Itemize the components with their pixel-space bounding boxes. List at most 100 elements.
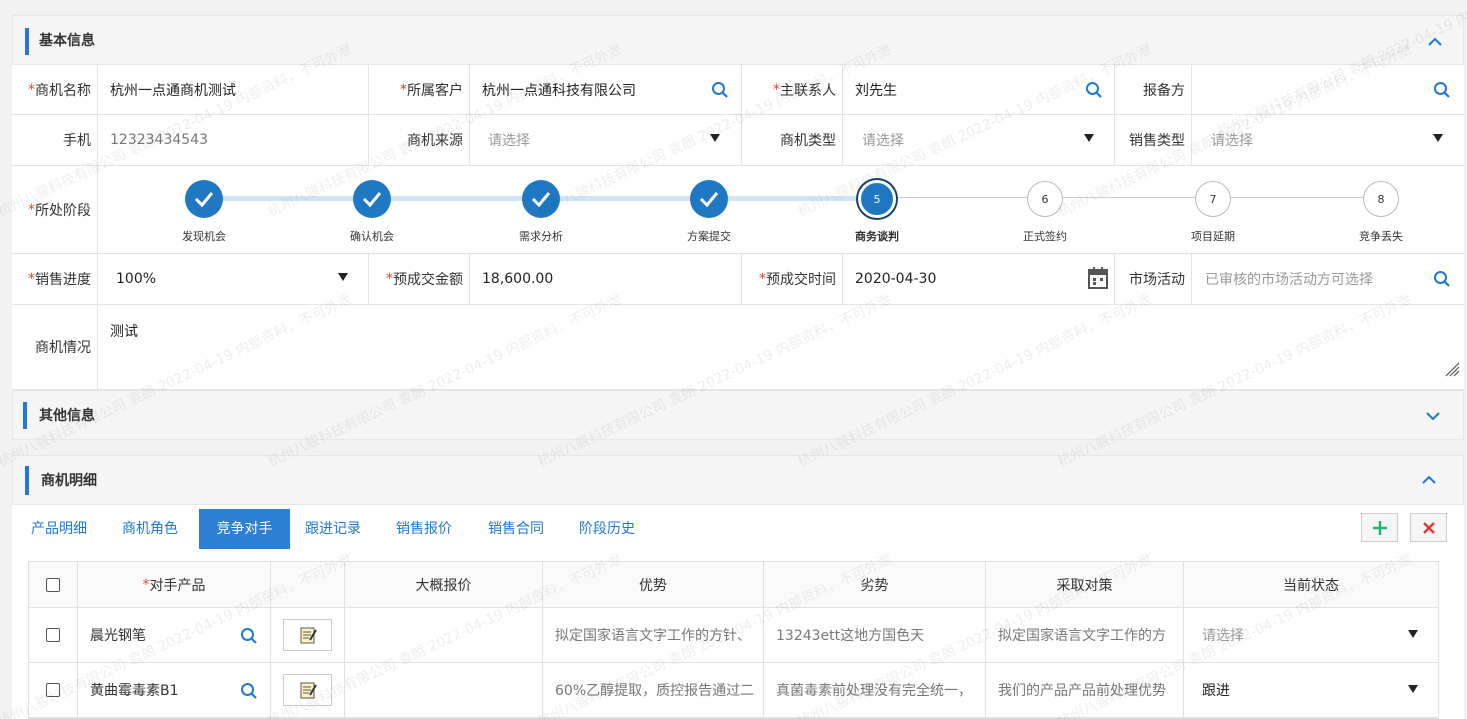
- edit-note-button[interactable]: [283, 674, 332, 706]
- stage-row: * 所处阶段 发现机会 确认机会 需求分析 方案提交 5 商务谈判 6 正式签约 7 项目延期 8 竞争…: [12, 166, 1464, 254]
- tab-sales-quote[interactable]: 销售报价: [385, 509, 463, 549]
- stage-pending-badge: 7: [1195, 181, 1231, 217]
- stage-step[interactable]: 发现机会: [154, 166, 254, 254]
- situation-textarea[interactable]: 测试: [98, 305, 1464, 389]
- opp-type-label: 商机类型: [741, 115, 843, 165]
- reporter-label: 报备方: [1114, 65, 1192, 114]
- sales-type-select[interactable]: 请选择: [1199, 115, 1419, 165]
- search-icon[interactable]: [1085, 81, 1103, 99]
- row-checkbox[interactable]: [46, 628, 60, 642]
- row-checkbox[interactable]: [46, 683, 60, 697]
- form-row-2: 手机 12323434543 商机来源 请选择 商机类型 请选择 销售类型 请选…: [12, 115, 1464, 166]
- stage-step[interactable]: 6 正式签约: [995, 166, 1095, 254]
- tab-product-detail[interactable]: 产品明细: [22, 509, 96, 549]
- resize-handle-icon[interactable]: [1444, 361, 1460, 377]
- add-button[interactable]: [1361, 513, 1398, 542]
- tab-opp-role[interactable]: 商机角色: [110, 509, 190, 549]
- disadvantage-cell[interactable]: 真菌毒素前处理没有完全统一，: [764, 663, 986, 717]
- detail-tabs: 产品明细 商机角色 竞争对手 跟进记录 销售报价 销售合同 阶段历史: [12, 505, 1464, 549]
- contact-input[interactable]: 刘先生: [843, 65, 1073, 114]
- form-row-1: * 商机名称 杭州一点通商机测试 * 所属客户 杭州一点通科技有限公司 * 主联系人 …: [12, 65, 1464, 115]
- deal-date-input[interactable]: 2020-04-30: [843, 254, 1073, 304]
- plus-icon: [1372, 520, 1387, 535]
- chevron-down-icon[interactable]: [1408, 630, 1418, 638]
- stage-step[interactable]: 7 项目延期: [1163, 166, 1263, 254]
- chevron-up-icon[interactable]: [1421, 472, 1437, 488]
- search-icon[interactable]: [1433, 81, 1451, 99]
- stage-step[interactable]: 8 竞争丢失: [1331, 166, 1431, 254]
- search-icon[interactable]: [1433, 270, 1451, 288]
- source-select[interactable]: 请选择: [476, 115, 706, 165]
- stage-step[interactable]: 确认机会: [322, 166, 422, 254]
- tab-sales-contract[interactable]: 销售合同: [477, 509, 555, 549]
- col-header-advantage: 优势: [543, 562, 764, 607]
- search-icon[interactable]: [240, 682, 258, 700]
- opp-name-input[interactable]: 杭州一点通商机测试: [98, 65, 368, 114]
- basic-info-header[interactable]: 基本信息: [12, 15, 1464, 65]
- col-header-blank: [271, 562, 345, 607]
- advantage-cell[interactable]: 60%乙醇提取，质控报告通过二: [543, 663, 764, 717]
- phone-input[interactable]: 12323434543: [98, 115, 368, 165]
- chevron-down-icon[interactable]: [1084, 134, 1094, 142]
- tab-follow-record[interactable]: 跟进记录: [297, 509, 369, 549]
- customer-input[interactable]: 杭州一点通科技有限公司: [470, 65, 710, 114]
- other-info-header[interactable]: 其他信息: [12, 390, 1464, 440]
- delete-button[interactable]: [1410, 513, 1447, 542]
- status-select[interactable]: 跟进: [1184, 663, 1438, 717]
- strategy-cell[interactable]: 我们的产品产品前处理优势: [986, 663, 1184, 717]
- chevron-up-icon[interactable]: [1427, 34, 1443, 50]
- stage-label-text: 正式签约: [1023, 230, 1067, 243]
- chevron-down-icon[interactable]: [1408, 685, 1418, 693]
- form-row-5: 商机情况 测试: [12, 305, 1464, 390]
- row-select-cell: [29, 608, 78, 662]
- chevron-down-icon[interactable]: [1425, 408, 1441, 424]
- amount-input[interactable]: 18,600.00: [470, 254, 730, 304]
- stage-label: * 所处阶段: [12, 166, 98, 253]
- market-input[interactable]: 已审核的市场活动方可选择: [1193, 254, 1423, 304]
- progress-select[interactable]: 100%: [104, 254, 334, 304]
- stage-label-text: 确认机会: [350, 230, 394, 243]
- deal-date-label: * 预成交时间: [741, 254, 843, 304]
- chevron-down-icon[interactable]: [710, 134, 720, 142]
- table-header-row: * 对手产品 大概报价 优势 劣势 采取对策 当前状态: [29, 562, 1438, 608]
- col-header-product: * 对手产品: [78, 562, 271, 607]
- chevron-down-icon[interactable]: [1433, 134, 1443, 142]
- chevron-down-icon[interactable]: [338, 273, 348, 281]
- stage-step[interactable]: 5 商务谈判: [827, 166, 927, 254]
- phone-label: 手机: [12, 115, 98, 165]
- select-all-cell: [29, 562, 78, 607]
- stage-pending-badge: 8: [1363, 181, 1399, 217]
- select-all-checkbox[interactable]: [46, 577, 60, 592]
- status-select[interactable]: 请选择: [1184, 608, 1438, 662]
- detail-header[interactable]: 商机明细: [12, 455, 1464, 505]
- search-icon[interactable]: [240, 627, 258, 645]
- customer-label: * 所属客户: [368, 65, 470, 114]
- source-label: 商机来源: [368, 115, 470, 165]
- opp-type-select[interactable]: 请选择: [850, 115, 1080, 165]
- price-cell[interactable]: [345, 663, 543, 717]
- price-cell[interactable]: [345, 608, 543, 662]
- stage-label-text: 商务谈判: [855, 230, 899, 243]
- col-header-status: 当前状态: [1184, 562, 1438, 607]
- disadvantage-cell[interactable]: 13243ett这地方国色天: [764, 608, 986, 662]
- calendar-icon[interactable]: [1088, 267, 1108, 289]
- tab-stage-history[interactable]: 阶段历史: [569, 509, 645, 549]
- stage-label-text: 项目延期: [1191, 230, 1235, 243]
- check-icon: [353, 180, 391, 218]
- stage-step[interactable]: 方案提交: [659, 166, 759, 254]
- strategy-cell[interactable]: 拟定国家语言文字工作的方: [986, 608, 1184, 662]
- table-row: 黄曲霉毒素B1 60%乙醇提取，质控报告通过二 真菌毒素前处理没有完全统一， 我…: [29, 663, 1438, 718]
- advantage-cell[interactable]: 拟定国家语言文字工作的方针、: [543, 608, 764, 662]
- search-icon[interactable]: [711, 81, 729, 99]
- col-header-strategy: 采取对策: [986, 562, 1184, 607]
- section-accent-bar: [25, 466, 29, 495]
- reporter-input[interactable]: [1192, 65, 1422, 114]
- stage-step[interactable]: 需求分析: [491, 166, 591, 254]
- situation-label: 商机情况: [12, 305, 98, 389]
- tab-competitor[interactable]: 竞争对手: [199, 509, 290, 549]
- stage-current-badge: 5: [858, 180, 896, 218]
- notepad-icon: [300, 627, 317, 644]
- product-value: 黄曲霉毒素B1: [90, 683, 179, 699]
- edit-note-button[interactable]: [283, 619, 332, 651]
- stage-progress-line-todo: [865, 197, 1369, 198]
